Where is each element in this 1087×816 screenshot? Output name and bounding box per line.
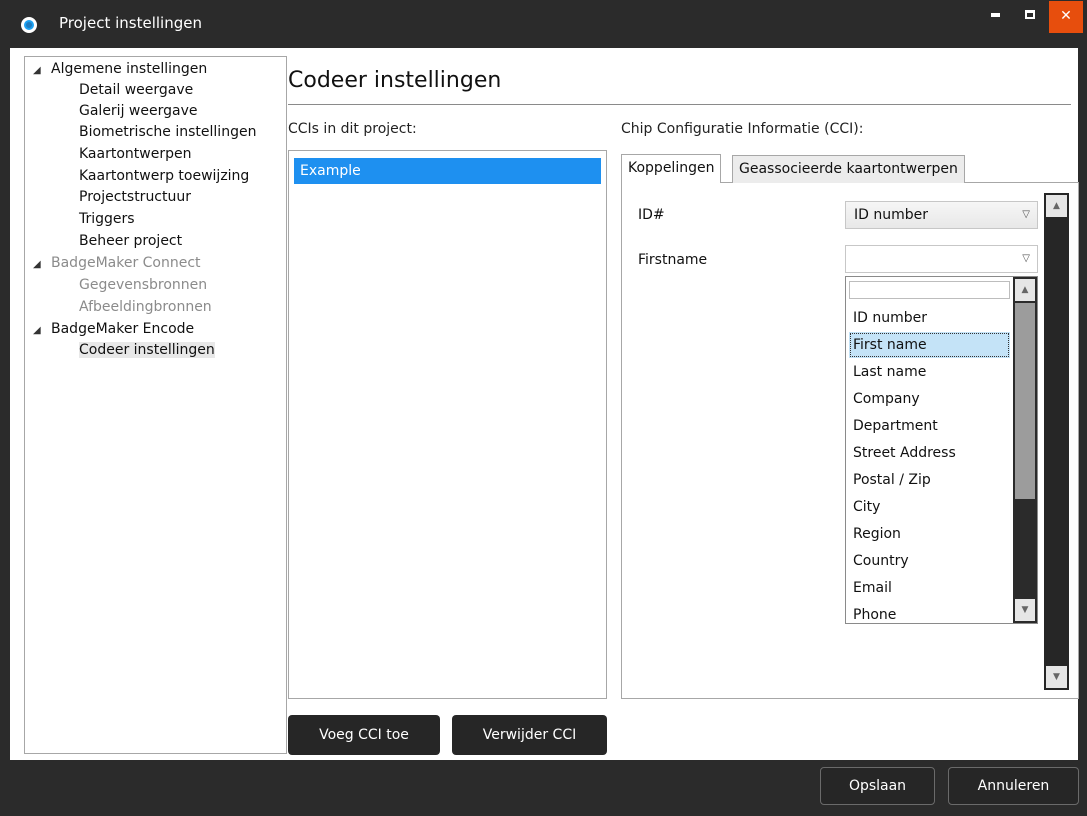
chevron-down-icon: ▽ (1022, 253, 1030, 264)
tree-item-biometrische-instellingen[interactable]: Biometrische instellingen (79, 124, 256, 140)
remove-cci-button[interactable]: Verwijder CCI (452, 715, 607, 755)
settings-window: Project instellingen ✕ ◢ Algemene instel… (0, 0, 1087, 816)
list-item[interactable]: Example (294, 158, 601, 184)
dropdown-search-input[interactable] (849, 281, 1010, 299)
tab-geassocieerde-kaartontwerpen[interactable]: Geassocieerde kaartontwerpen (732, 155, 965, 183)
close-icon: ✕ (1060, 8, 1072, 24)
page-title: Codeer instellingen (288, 68, 502, 93)
tree-item-badgemaker-connect[interactable]: BadgeMaker Connect (51, 255, 201, 271)
tree-item-projectstructuur[interactable]: Projectstructuur (79, 189, 191, 205)
cancel-button[interactable]: Annuleren (948, 767, 1079, 805)
dropdown-option-street-address[interactable]: Street Address (849, 440, 1010, 466)
cci-list[interactable]: Example (288, 150, 607, 699)
mapping-select-id[interactable]: ID number ▽ (845, 201, 1038, 229)
scroll-thumb[interactable] (1015, 303, 1035, 499)
expand-arrow-icon[interactable]: ◢ (33, 259, 41, 270)
dropdown-option-first-name[interactable]: First name (849, 332, 1010, 358)
tree-item-beheer-project[interactable]: Beheer project (79, 233, 182, 249)
dropdown-option-phone[interactable]: Phone (849, 602, 1010, 623)
scroll-up-icon[interactable]: ▲ (1015, 279, 1035, 301)
close-button[interactable]: ✕ (1049, 1, 1083, 33)
minimize-icon (990, 13, 1000, 17)
dropdown-option-company[interactable]: Company (849, 386, 1010, 412)
tree-item-codeer-instellingen[interactable]: Codeer instellingen (79, 342, 215, 358)
field-dropdown-list[interactable]: ID number First name Last name Company D… (845, 276, 1038, 624)
add-cci-button[interactable]: Voeg CCI toe (288, 715, 440, 755)
tree-item-galerij-weergave[interactable]: Galerij weergave (79, 103, 197, 119)
title-bar[interactable]: Project instellingen ✕ (0, 0, 1087, 48)
cci-info-label: Chip Configuratie Informatie (CCI): (621, 121, 864, 137)
tree-item-detail-weergave[interactable]: Detail weergave (79, 82, 193, 98)
dropdown-option-id-number[interactable]: ID number (849, 305, 1010, 331)
tree-item-algemene-instellingen[interactable]: Algemene instellingen (51, 61, 207, 77)
dropdown-option-postal-zip[interactable]: Postal / Zip (849, 467, 1010, 493)
scroll-down-icon[interactable]: ▼ (1046, 666, 1067, 688)
tree-item-kaartontwerp-toewijzing[interactable]: Kaartontwerp toewijzing (79, 168, 249, 184)
dropdown-option-city[interactable]: City (849, 494, 1010, 520)
content-area: ◢ Algemene instellingen Detail weergave … (10, 48, 1079, 760)
maximize-button[interactable] (1013, 1, 1047, 33)
app-logo-icon (21, 17, 37, 33)
panel-scrollbar[interactable]: ▲ ▼ (1044, 193, 1069, 690)
dropdown-option-country[interactable]: Country (849, 548, 1010, 574)
dropdown-option-email[interactable]: Email (849, 575, 1010, 601)
tab-koppelingen[interactable]: Koppelingen (621, 154, 722, 183)
expand-arrow-icon[interactable]: ◢ (33, 65, 41, 76)
window-title: Project instellingen (59, 14, 202, 32)
mapping-label-id: ID# (638, 207, 665, 223)
mapping-label-firstname: Firstname (638, 252, 708, 268)
scroll-down-icon[interactable]: ▼ (1015, 599, 1035, 621)
tree-item-gegevensbronnen[interactable]: Gegevensbronnen (79, 277, 207, 293)
scroll-up-icon[interactable]: ▲ (1046, 195, 1067, 217)
mapping-select-firstname[interactable]: ▽ (845, 245, 1038, 273)
minimize-button[interactable] (978, 1, 1012, 33)
dropdown-option-region[interactable]: Region (849, 521, 1010, 547)
chevron-down-icon: ▽ (1022, 209, 1030, 220)
tree-item-triggers[interactable]: Triggers (79, 211, 135, 227)
dropdown-option-last-name[interactable]: Last name (849, 359, 1010, 385)
settings-tree: ◢ Algemene instellingen Detail weergave … (24, 56, 287, 754)
tree-item-afbeeldingbronnen[interactable]: Afbeeldingbronnen (79, 299, 212, 315)
maximize-icon (1025, 10, 1035, 19)
expand-arrow-icon[interactable]: ◢ (33, 325, 41, 336)
cci-list-label: CCIs in dit project: (288, 121, 417, 137)
dropdown-option-department[interactable]: Department (849, 413, 1010, 439)
tree-item-kaartontwerpen[interactable]: Kaartontwerpen (79, 146, 191, 162)
save-button[interactable]: Opslaan (820, 767, 935, 805)
mapping-select-value: ID number (854, 207, 928, 223)
tree-item-badgemaker-encode[interactable]: BadgeMaker Encode (51, 321, 194, 337)
dropdown-scrollbar[interactable]: ▲ ▼ (1013, 277, 1037, 623)
title-divider (288, 104, 1071, 105)
